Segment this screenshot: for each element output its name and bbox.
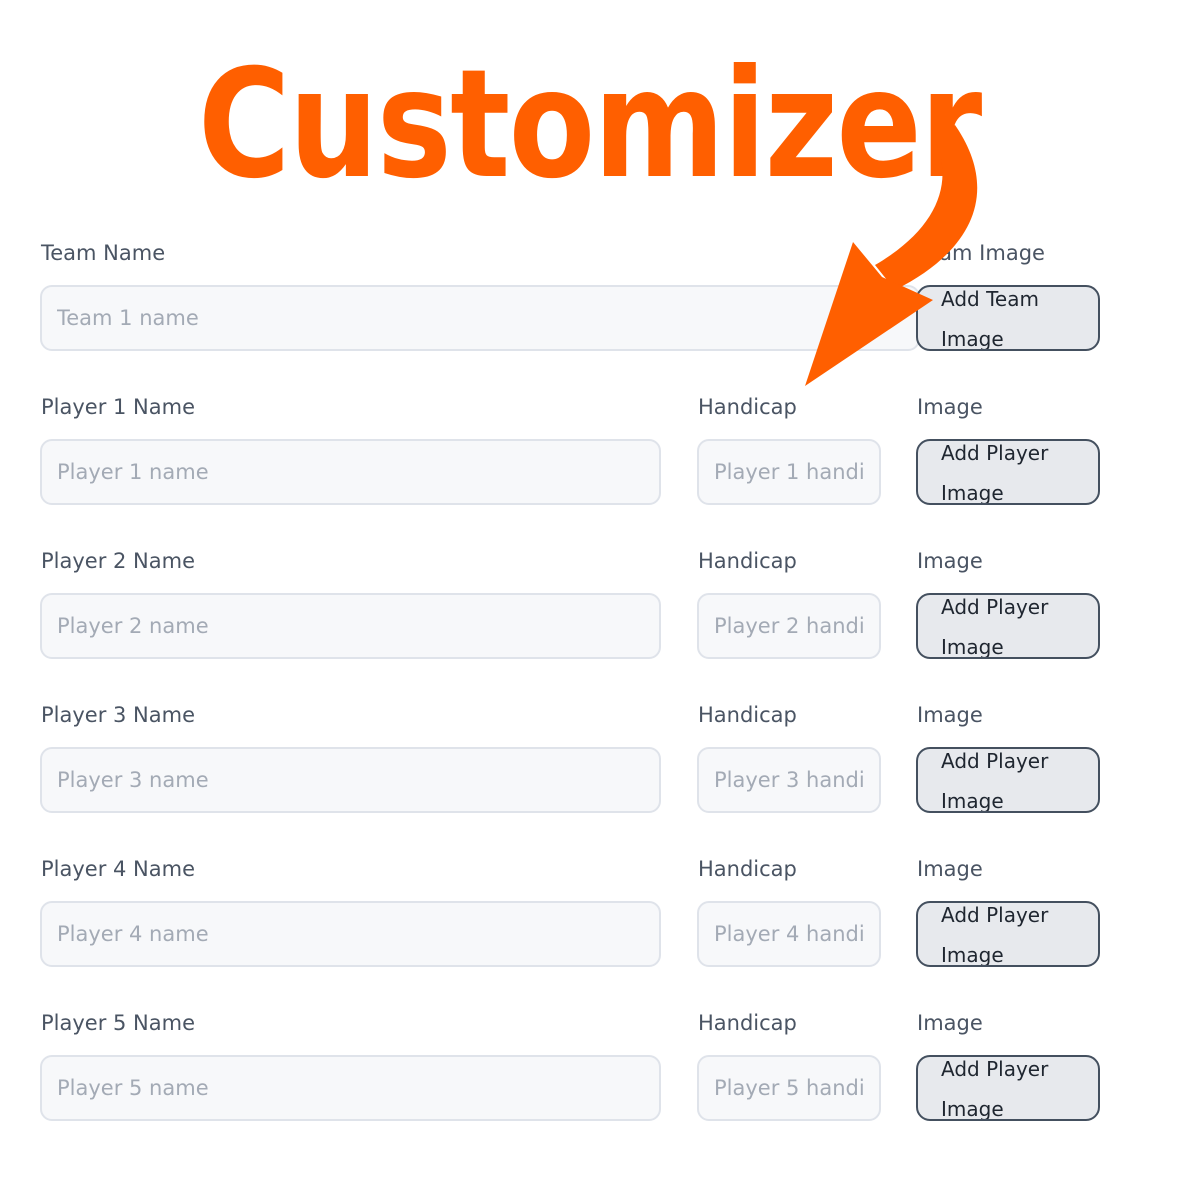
player-1-name-input[interactable] bbox=[40, 439, 661, 505]
team-name-input[interactable] bbox=[40, 285, 920, 351]
team-name-label: Team Name bbox=[41, 241, 166, 265]
add-player-4-image-button[interactable]: Add Player Image bbox=[916, 901, 1100, 967]
add-team-image-button-label-1: Add Team bbox=[941, 287, 1039, 311]
add-player-4-image-button-label-1: Add Player bbox=[941, 903, 1049, 927]
add-player-3-image-button[interactable]: Add Player Image bbox=[916, 747, 1100, 813]
player-2-handicap-input[interactable] bbox=[697, 593, 881, 659]
player-3-name-input[interactable] bbox=[40, 747, 661, 813]
customizer-headline: Customizer bbox=[198, 38, 982, 212]
add-player-1-image-button-label-1: Add Player bbox=[941, 441, 1049, 465]
add-player-3-image-button-label-1: Add Player bbox=[941, 749, 1049, 773]
player-5-name-label: Player 5 Name bbox=[41, 1011, 196, 1035]
add-player-2-image-button-label-2: Image bbox=[941, 635, 1004, 659]
add-player-2-image-button-label-1: Add Player bbox=[941, 595, 1049, 619]
add-player-5-image-button-label-2: Image bbox=[941, 1097, 1004, 1121]
player-4-handicap-input[interactable] bbox=[697, 901, 881, 967]
player-1-handicap-label: Handicap bbox=[698, 395, 797, 419]
player-1-name-label: Player 1 Name bbox=[41, 395, 196, 419]
player-2-handicap-label: Handicap bbox=[698, 549, 797, 573]
player-4-handicap-label: Handicap bbox=[698, 857, 797, 881]
team-image-label: Team Image bbox=[917, 241, 1045, 265]
add-player-3-image-button-label-2: Image bbox=[941, 789, 1004, 813]
player-4-image-label: Image bbox=[917, 857, 983, 881]
player-2-image-label: Image bbox=[917, 549, 983, 573]
player-5-image-label: Image bbox=[917, 1011, 983, 1035]
player-1-image-label: Image bbox=[917, 395, 983, 419]
player-1-handicap-input[interactable] bbox=[697, 439, 881, 505]
add-player-4-image-button-label-2: Image bbox=[941, 943, 1004, 967]
player-5-handicap-label: Handicap bbox=[698, 1011, 797, 1035]
add-player-2-image-button[interactable]: Add Player Image bbox=[916, 593, 1100, 659]
add-team-image-button[interactable]: Add Team Image bbox=[916, 285, 1100, 351]
player-4-name-input[interactable] bbox=[40, 901, 661, 967]
add-player-1-image-button-label-2: Image bbox=[941, 481, 1004, 505]
player-2-name-label: Player 2 Name bbox=[41, 549, 196, 573]
player-3-handicap-label: Handicap bbox=[698, 703, 797, 727]
add-player-1-image-button[interactable]: Add Player Image bbox=[916, 439, 1100, 505]
player-3-name-label: Player 3 Name bbox=[41, 703, 196, 727]
player-3-handicap-input[interactable] bbox=[697, 747, 881, 813]
player-2-name-input[interactable] bbox=[40, 593, 661, 659]
add-player-5-image-button-label-1: Add Player bbox=[941, 1057, 1049, 1081]
add-player-5-image-button[interactable]: Add Player Image bbox=[916, 1055, 1100, 1121]
player-5-handicap-input[interactable] bbox=[697, 1055, 881, 1121]
player-4-name-label: Player 4 Name bbox=[41, 857, 196, 881]
player-5-name-input[interactable] bbox=[40, 1055, 661, 1121]
add-team-image-button-label-2: Image bbox=[941, 327, 1004, 351]
player-3-image-label: Image bbox=[917, 703, 983, 727]
